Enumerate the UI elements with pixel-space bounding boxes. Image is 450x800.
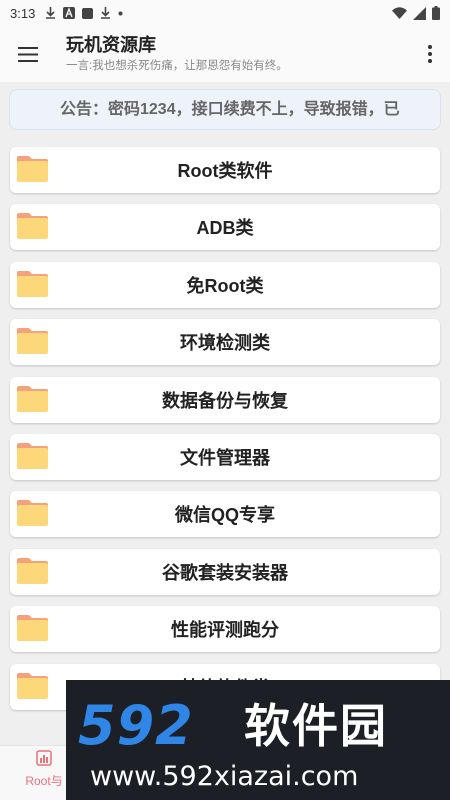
chart-icon <box>36 750 52 766</box>
category-label: 文件管理器 <box>180 447 270 468</box>
category-item[interactable]: Root类软件 <box>10 147 440 193</box>
wifi-icon <box>392 7 407 19</box>
folder-icon <box>17 385 48 412</box>
watermark-overlay: 592 软件园 www.592xiazai.com <box>66 680 450 800</box>
title-group: 玩机资源库 一言:我也想杀死伤痛，让那恩怨有始有终。 <box>56 34 410 74</box>
category-item[interactable]: 谷歌套装安装器 <box>10 548 440 595</box>
menu-button[interactable] <box>0 26 56 82</box>
category-label: 环境检测类 <box>180 333 270 354</box>
dot-icon <box>118 11 123 15</box>
category-label: 谷歌套装安装器 <box>162 562 288 583</box>
category-item[interactable]: 微信QQ专享 <box>10 491 440 538</box>
watermark-logo-number: 592 <box>78 694 194 757</box>
page-title: 玩机资源库 <box>66 35 156 55</box>
folder-icon <box>17 270 48 297</box>
category-label: 数据备份与恢复 <box>162 390 288 411</box>
system-icons <box>392 6 440 20</box>
watermark-logo-text: 软件园 <box>244 700 388 752</box>
app-a-icon <box>63 7 76 19</box>
category-label: Root类软件 <box>177 161 273 181</box>
status-bar: 3:13 <box>0 0 450 26</box>
watermark-url: www.592xiazai.com <box>90 761 359 792</box>
category-item[interactable]: 数据备份与恢复 <box>10 376 440 423</box>
folder-icon <box>17 557 48 584</box>
category-item[interactable]: 文件管理器 <box>10 433 440 480</box>
more-vertical-icon <box>428 45 432 63</box>
nav-tab-label: Root与 <box>25 774 63 788</box>
folder-icon <box>17 672 48 699</box>
notification-icons <box>45 7 123 19</box>
status-time: 3:13 <box>10 5 36 21</box>
page-subtitle: 一言:我也想杀死伤痛，让那恩怨有始有终。 <box>66 60 288 72</box>
category-item[interactable]: 性能评测跑分 <box>10 606 440 653</box>
folder-icon <box>17 615 48 642</box>
folder-icon <box>17 156 48 182</box>
notice-banner: 公告：密码1234，接口续费不上，导致报错，已 <box>9 89 441 130</box>
folder-icon <box>17 442 48 469</box>
category-item[interactable]: ADB类 <box>10 204 440 251</box>
category-list: Root类软件 ADB类免Root类 环境检测类数据备份与恢复 文件管理器微信QQ专享… <box>10 147 440 721</box>
folder-icon <box>17 328 48 355</box>
notice-text: 公告：密码1234，接口续费不上，导致报错，已 <box>60 101 400 118</box>
category-label: 性能评测跑分 <box>171 620 279 641</box>
hamburger-menu-icon <box>18 46 38 62</box>
folder-icon <box>17 213 48 240</box>
download-icon-2 <box>101 7 111 19</box>
folder-icon <box>17 500 48 527</box>
battery-icon <box>432 6 440 20</box>
category-item[interactable]: 环境检测类 <box>10 319 440 366</box>
download-icon <box>46 7 56 19</box>
app-square-icon <box>82 7 94 19</box>
signal-icon <box>413 6 426 20</box>
category-label: ADB类 <box>196 218 254 239</box>
category-label: 微信QQ专享 <box>174 505 275 526</box>
app-bar: 玩机资源库 一言:我也想杀死伤痛，让那恩怨有始有终。 <box>0 26 450 82</box>
category-label: 免Root类 <box>186 275 264 296</box>
category-item[interactable]: 免Root类 <box>10 261 440 308</box>
nav-tab-root[interactable]: Root与 <box>14 750 74 789</box>
more-options-button[interactable] <box>410 26 450 82</box>
